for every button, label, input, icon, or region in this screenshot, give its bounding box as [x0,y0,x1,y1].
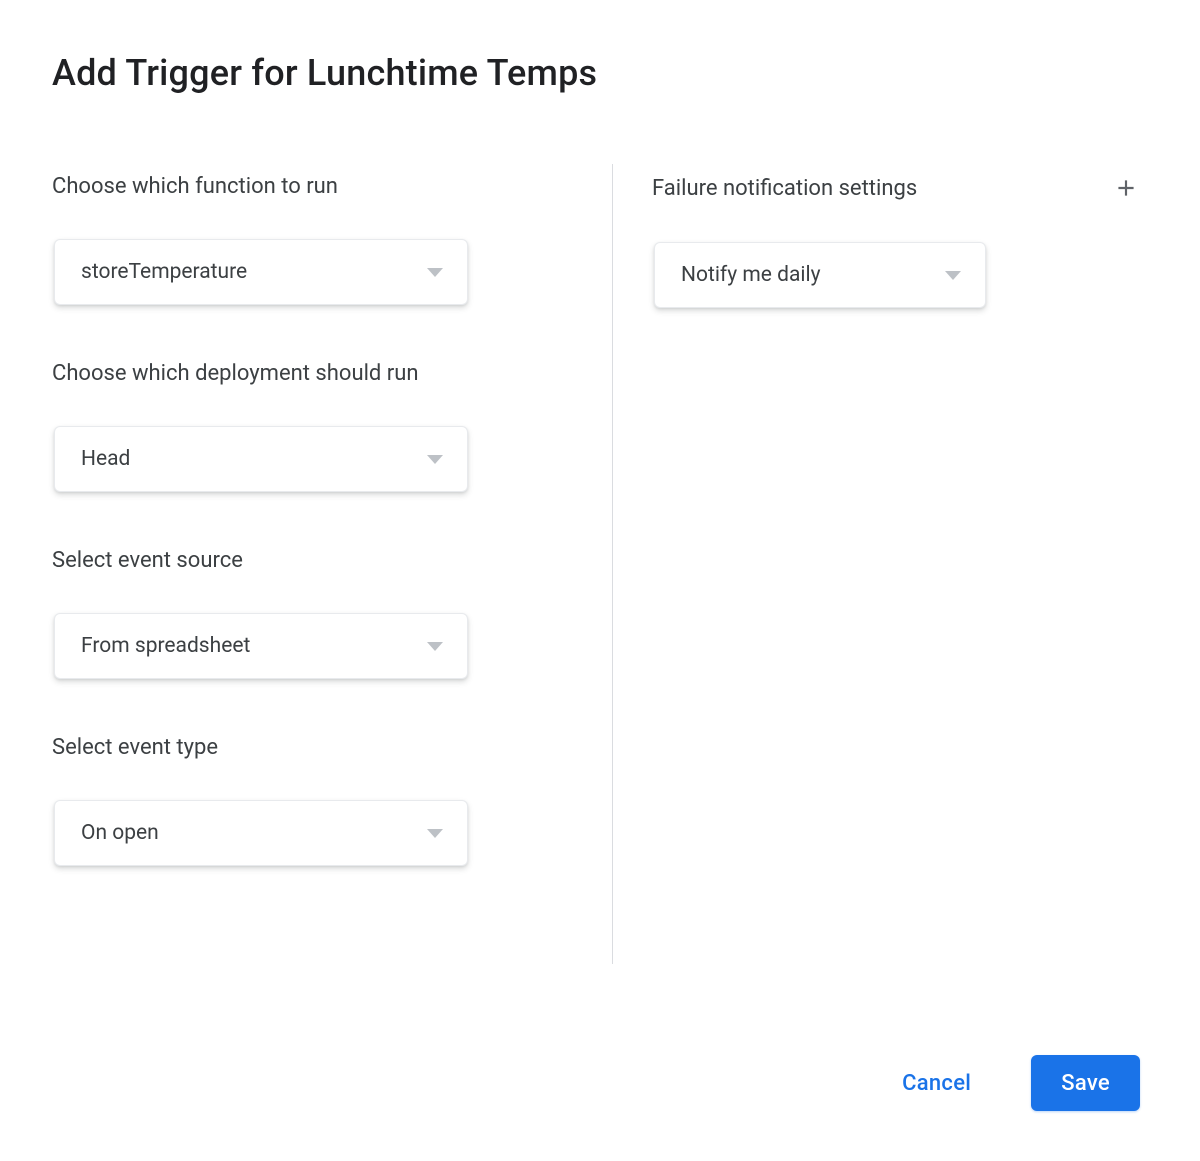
failure-select[interactable]: Notify me daily [654,242,986,308]
left-column: Choose which function to run storeTemper… [52,174,572,922]
event-type-select-value: On open [81,821,159,845]
cancel-button[interactable]: Cancel [882,1059,991,1108]
function-field: Choose which function to run storeTemper… [52,174,532,305]
chevron-down-icon [427,268,443,277]
event-source-select-value: From spreadsheet [81,634,250,658]
dialog-footer: Cancel Save [882,1055,1140,1111]
event-type-field: Select event type On open [52,735,532,866]
chevron-down-icon [427,642,443,651]
event-source-field: Select event source From spreadsheet [52,548,532,679]
failure-select-value: Notify me daily [681,263,821,287]
event-type-select[interactable]: On open [54,800,468,866]
save-button[interactable]: Save [1031,1055,1140,1111]
function-select[interactable]: storeTemperature [54,239,468,305]
chevron-down-icon [427,829,443,838]
plus-icon [1113,175,1139,201]
function-label: Choose which function to run [52,174,532,199]
add-trigger-dialog: Add Trigger for Lunchtime Temps Choose w… [0,0,1200,1161]
failure-header: Failure notification settings [652,174,1140,202]
add-notification-button[interactable] [1112,174,1140,202]
failure-label: Failure notification settings [652,176,917,201]
chevron-down-icon [945,271,961,280]
event-source-select[interactable]: From spreadsheet [54,613,468,679]
function-select-value: storeTemperature [81,260,247,284]
chevron-down-icon [427,455,443,464]
event-type-label: Select event type [52,735,532,760]
dialog-title: Add Trigger for Lunchtime Temps [52,52,1140,94]
event-source-label: Select event source [52,548,532,573]
right-column: Failure notification settings Notify me … [572,174,1140,922]
deployment-label: Choose which deployment should run [52,361,532,386]
deployment-select-value: Head [81,447,130,471]
deployment-select[interactable]: Head [54,426,468,492]
deployment-field: Choose which deployment should run Head [52,361,532,492]
form-columns: Choose which function to run storeTemper… [52,174,1140,922]
